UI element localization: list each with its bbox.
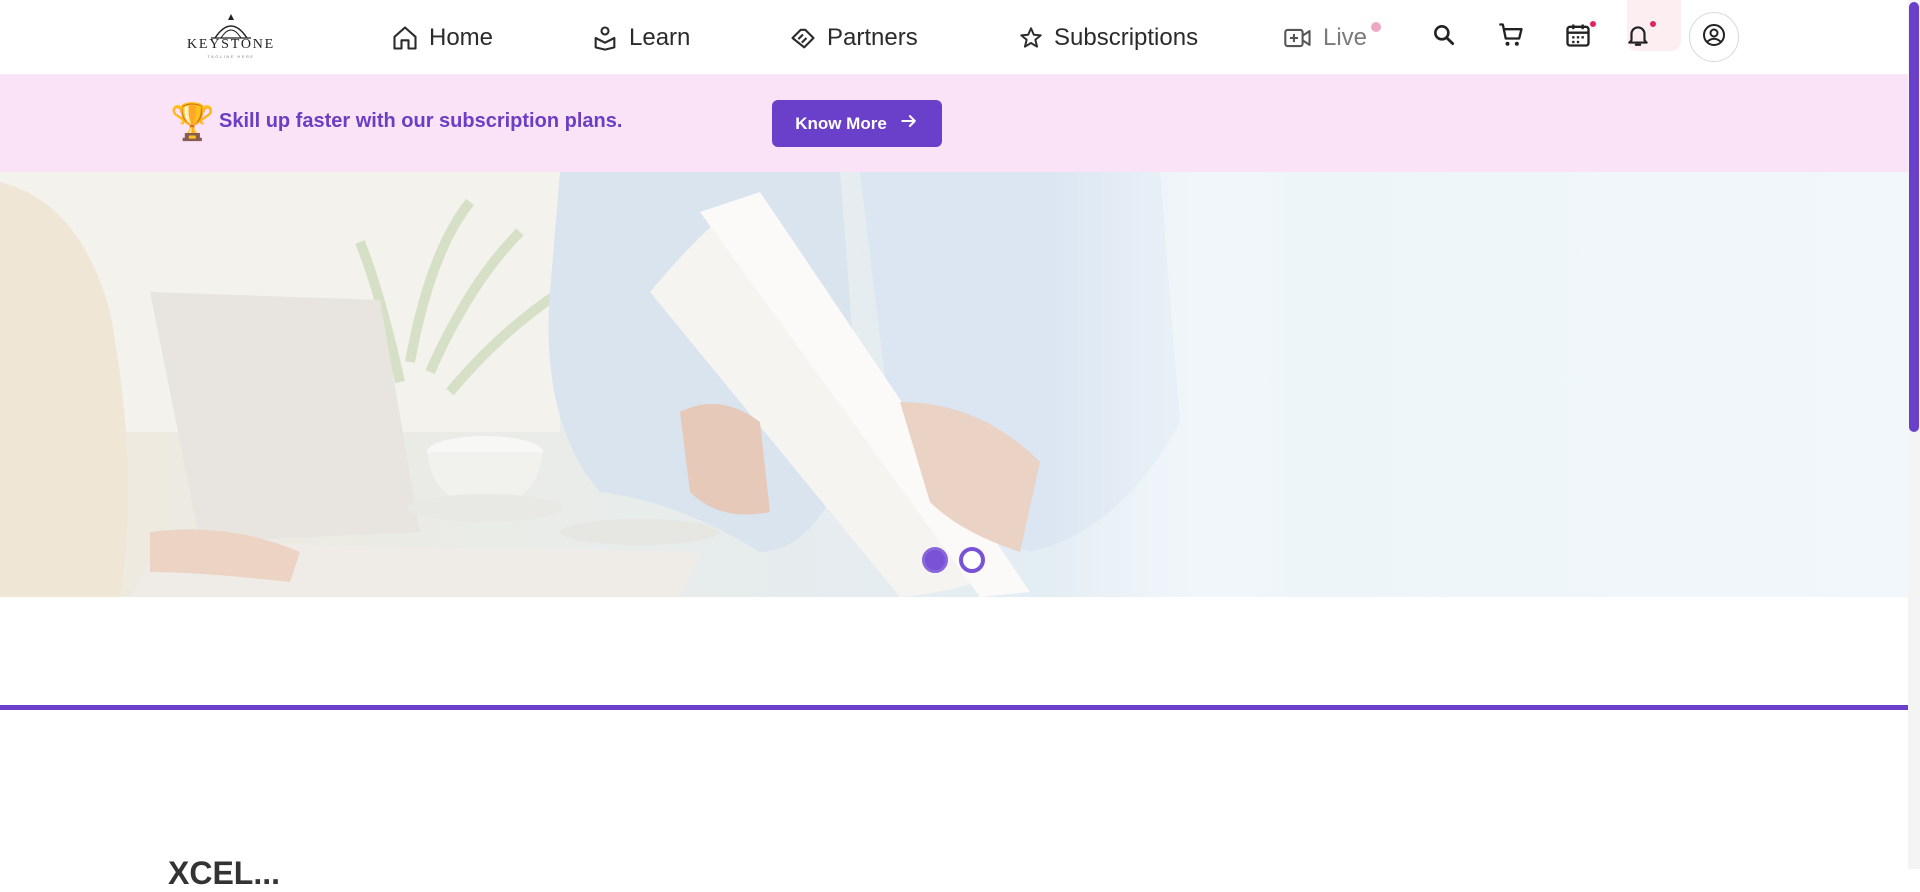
hero-carousel	[0, 172, 1908, 597]
section-divider	[0, 705, 1908, 710]
nav-partners[interactable]: Partners	[789, 20, 918, 56]
know-more-label: Know More	[795, 113, 887, 133]
handshake-icon	[789, 24, 817, 52]
calendar-icon	[1564, 21, 1592, 54]
star-icon	[1018, 25, 1044, 51]
trophy-icon: 🏆	[170, 101, 215, 142]
promo-text: Skill up faster with our subscription pl…	[219, 110, 623, 132]
notifications-button[interactable]	[1620, 19, 1656, 55]
top-navigation-bar: KEYSTONE TAGLINE HERE Home Learn Partner…	[0, 0, 1908, 75]
page-scrollbar-thumb[interactable]	[1909, 2, 1919, 432]
nav-partners-label: Partners	[827, 24, 918, 51]
nav-home-label: Home	[429, 24, 494, 51]
nav-subscriptions[interactable]: Subscriptions	[1018, 20, 1198, 56]
live-indicator-dot	[1371, 22, 1382, 32]
keystone-logo[interactable]: KEYSTONE TAGLINE HERE	[185, 10, 277, 62]
account-button[interactable]	[1689, 12, 1739, 62]
know-more-button[interactable]: Know More	[772, 100, 942, 147]
account-icon	[1702, 23, 1726, 52]
calendar-notification-dot	[1590, 21, 1596, 27]
video-plus-icon	[1283, 24, 1313, 52]
bell-icon	[1625, 21, 1651, 54]
nav-learn-label: Learn	[629, 24, 691, 51]
carousel-dot-2[interactable]	[959, 547, 985, 573]
section-title: XCEL...	[168, 855, 281, 891]
nav-live-label: Live	[1323, 24, 1368, 51]
cart-button[interactable]	[1493, 19, 1529, 55]
cart-icon	[1497, 21, 1525, 54]
arrow-right-icon	[899, 111, 919, 136]
nav-subscriptions-label: Subscriptions	[1054, 24, 1199, 51]
home-icon	[391, 24, 419, 52]
search-icon	[1431, 22, 1457, 53]
nav-learn[interactable]: Learn	[591, 20, 690, 56]
promo-banner: 🏆 Skill up faster with our subscription …	[0, 75, 1908, 172]
logo-wordmark: KEYSTONE	[186, 37, 276, 52]
logo-tagline: TAGLINE HERE	[207, 54, 255, 59]
carousel-dot-1[interactable]	[922, 547, 948, 573]
nav-live[interactable]: Live	[1283, 20, 1382, 56]
hero-image	[0, 172, 1908, 597]
calendar-button[interactable]	[1560, 19, 1596, 55]
nav-home[interactable]: Home	[391, 20, 493, 56]
search-button[interactable]	[1426, 19, 1462, 55]
notification-dot	[1650, 21, 1656, 27]
learn-icon	[591, 24, 619, 52]
